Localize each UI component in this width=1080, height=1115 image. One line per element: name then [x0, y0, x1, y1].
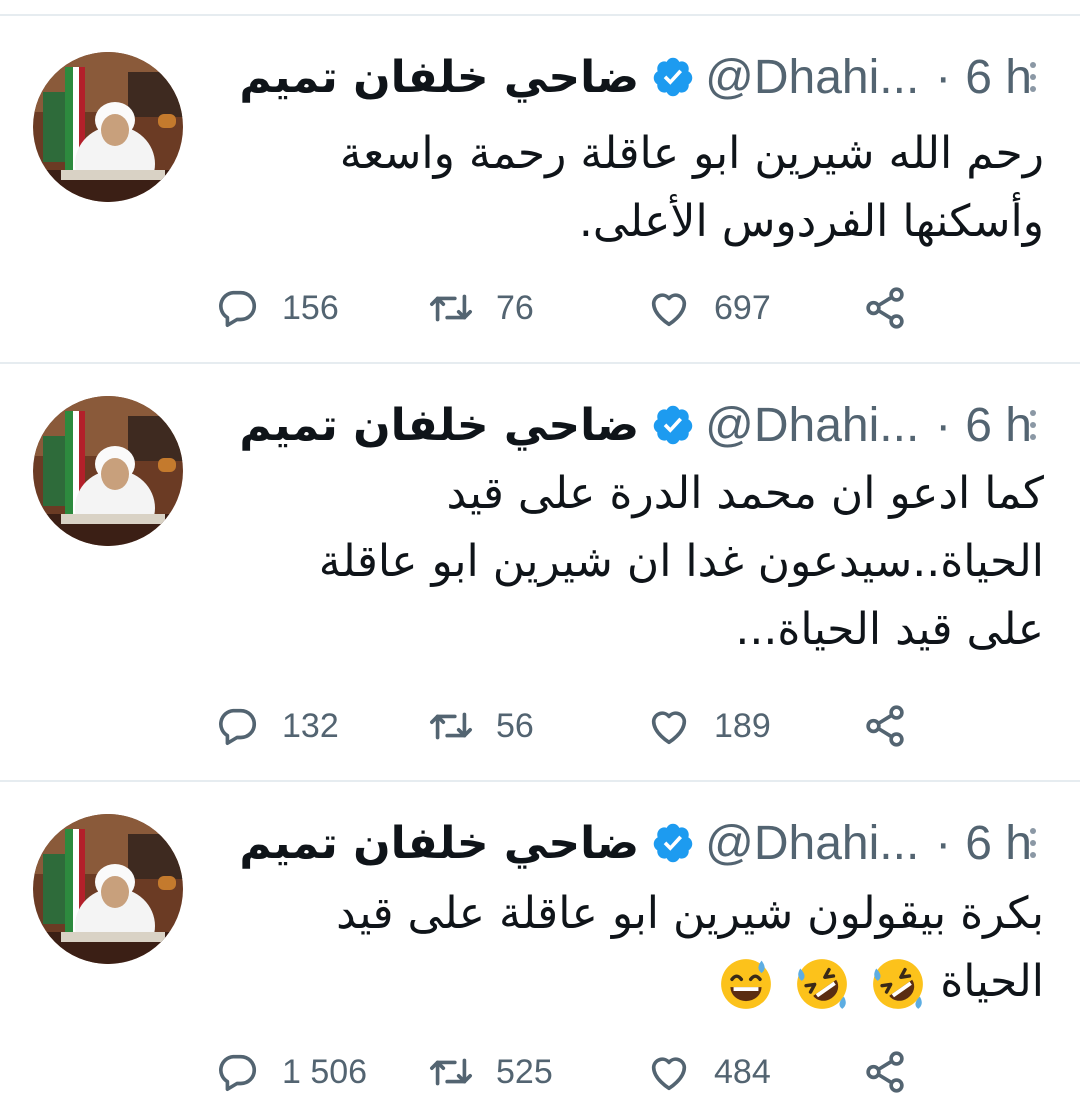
tweet-text-line-2: الحياة: [214, 948, 1044, 1016]
avatar[interactable]: [33, 52, 183, 202]
verified-badge-icon: [653, 823, 693, 863]
share-icon: [866, 1051, 904, 1093]
more-vertical-icon[interactable]: [1026, 828, 1040, 858]
tweet-actions: 156 76 697: [0, 278, 1080, 338]
rolling-on-floor-laughing-icon: [797, 959, 848, 1009]
reply-button[interactable]: 132: [214, 696, 339, 756]
retweet-icon: [430, 1058, 472, 1086]
tweet-text-line: رحم الله شيرين ابو عاقلة رحمة واسعة: [339, 128, 1044, 179]
share-button[interactable]: [862, 696, 908, 756]
timestamp[interactable]: 6 h: [965, 816, 1032, 871]
heart-icon: [651, 711, 687, 745]
display-name[interactable]: ضاحي خلفان تميم: [239, 400, 639, 451]
reply-icon: [219, 290, 257, 328]
reply-button[interactable]: 156: [214, 278, 339, 338]
tweet-text-line: وأسكنها الفردوس الأعلى.: [578, 196, 1044, 247]
share-button[interactable]: [862, 1042, 908, 1102]
separator: ·: [935, 398, 952, 452]
retweet-button[interactable]: 56: [428, 696, 534, 756]
retweet-count: 76: [496, 288, 534, 327]
avatar-image: [33, 396, 183, 546]
tweet-divider: [0, 780, 1080, 782]
share-icon: [866, 705, 904, 747]
top-divider: [0, 14, 1080, 16]
tweet-text-line: على قيد الحياة...: [735, 604, 1044, 655]
share-icon: [866, 287, 904, 329]
reply-count: 132: [282, 706, 339, 745]
handle[interactable]: @Dhahi...: [705, 816, 919, 871]
retweet-icon: [430, 294, 472, 322]
reply-button[interactable]: 1 506: [214, 1042, 367, 1102]
reply-count: 1 506: [282, 1052, 368, 1091]
tweet-actions: 132 56 189: [0, 696, 1080, 756]
tweet-header: ضاحي خلفان تميم @Dhahi... · 6 h: [239, 394, 1032, 456]
tweet-actions: 1 506 525 484: [0, 1042, 1080, 1102]
retweet-count: 525: [496, 1052, 553, 1091]
tweet-text-line: الحياة..سيدعون غدا ان شيرين ابو عاقلة: [318, 536, 1044, 587]
share-button[interactable]: [862, 278, 908, 338]
separator: ·: [935, 816, 952, 870]
verified-badge-icon: [653, 405, 693, 445]
display-name[interactable]: ضاحي خلفان تميم: [239, 52, 639, 103]
avatar[interactable]: [33, 814, 183, 964]
display-name[interactable]: ضاحي خلفان تميم: [239, 818, 639, 869]
heart-icon: [651, 1057, 687, 1091]
rolling-on-floor-laughing-icon: [873, 959, 924, 1009]
retweet-button[interactable]: 76: [428, 278, 534, 338]
like-count: 189: [714, 706, 771, 745]
tweet-header: ضاحي خلفان تميم @Dhahi... · 6 h: [239, 46, 1032, 108]
tweet-divider: [0, 362, 1080, 364]
grinning-sweat-icon: [721, 959, 772, 1009]
tweet-text: رحم الله شيرين ابو عاقلة رحمة واسعة وأسك…: [214, 120, 1044, 256]
tweet-text-line: الحياة: [940, 956, 1044, 1007]
timestamp[interactable]: 6 h: [965, 50, 1032, 105]
avatar-image: [33, 814, 183, 964]
avatar-image: [33, 52, 183, 202]
tweet-text-line: كما ادعو ان محمد الدرة على قيد: [446, 468, 1044, 519]
handle[interactable]: @Dhahi...: [705, 50, 919, 105]
more-vertical-icon[interactable]: [1026, 410, 1040, 440]
avatar[interactable]: [33, 396, 183, 546]
tweet-text-line: بكرة بيقولون شيرين ابو عاقلة على قيد: [336, 888, 1044, 939]
verified-badge-icon: [653, 57, 693, 97]
reply-count: 156: [282, 288, 339, 327]
handle[interactable]: @Dhahi...: [705, 398, 919, 453]
tweet-header: ضاحي خلفان تميم @Dhahi... · 6 h: [239, 812, 1032, 874]
more-vertical-icon[interactable]: [1026, 62, 1040, 92]
like-count: 484: [714, 1052, 771, 1091]
like-count: 697: [714, 288, 771, 327]
tweet-text: بكرة بيقولون شيرين ابو عاقلة على قيد الح…: [214, 880, 1044, 1016]
retweet-icon: [430, 712, 472, 740]
like-button[interactable]: 189: [646, 696, 771, 756]
retweet-button[interactable]: 525: [428, 1042, 553, 1102]
separator: ·: [935, 50, 952, 104]
timestamp[interactable]: 6 h: [965, 398, 1032, 453]
retweet-count: 56: [496, 706, 534, 745]
like-button[interactable]: 484: [646, 1042, 771, 1102]
like-button[interactable]: 697: [646, 278, 771, 338]
heart-icon: [651, 293, 687, 327]
reply-icon: [219, 1054, 257, 1092]
tweet-text: كما ادعو ان محمد الدرة على قيد الحياة..س…: [214, 460, 1044, 664]
reply-icon: [219, 708, 257, 746]
